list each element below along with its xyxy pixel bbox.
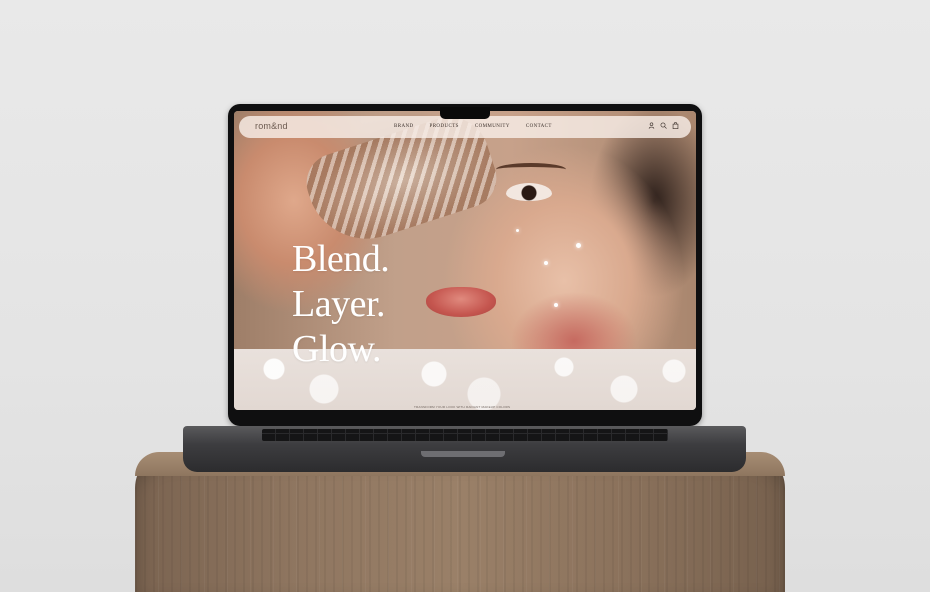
lips-shape	[426, 287, 496, 317]
search-icon[interactable]	[660, 122, 667, 129]
keyboard	[262, 429, 668, 441]
eyebrow-shape	[496, 163, 566, 176]
user-icon[interactable]	[648, 122, 655, 129]
hero-headline: Blend. Layer. Glow.	[292, 237, 390, 372]
eye-shape	[506, 183, 552, 201]
bag-icon[interactable]	[672, 122, 679, 129]
headline-line: Layer.	[292, 283, 386, 325]
nav-brand[interactable]: BRAND	[394, 124, 414, 129]
nav-links: BRAND PRODUCTS COMMUNITY CONTACT	[394, 124, 552, 129]
sparkle	[544, 261, 548, 265]
sparkle	[554, 303, 558, 307]
camera-notch	[440, 107, 490, 119]
keyboard-divider	[262, 433, 668, 434]
nav-community[interactable]: COMMUNITY	[475, 124, 510, 129]
headline-line: Glow.	[292, 328, 381, 370]
nav-icons	[648, 122, 679, 129]
trackpad-notch	[421, 451, 505, 457]
sparkle	[576, 243, 581, 248]
hero-footnote: TRANSFORM YOUR LOOK WITH RADIANT MAKEUP …	[414, 405, 511, 409]
headline-line: Blend.	[292, 238, 390, 280]
brand-logo[interactable]: rom&nd	[255, 121, 288, 131]
nav-contact[interactable]: CONTACT	[526, 124, 552, 129]
top-navigation: rom&nd BRAND PRODUCTS COMMUNITY CONTACT	[239, 116, 691, 138]
sparkle	[516, 229, 519, 232]
laptop-screen: rom&nd BRAND PRODUCTS COMMUNITY CONTACT …	[234, 111, 696, 410]
nav-products[interactable]: PRODUCTS	[430, 124, 459, 129]
